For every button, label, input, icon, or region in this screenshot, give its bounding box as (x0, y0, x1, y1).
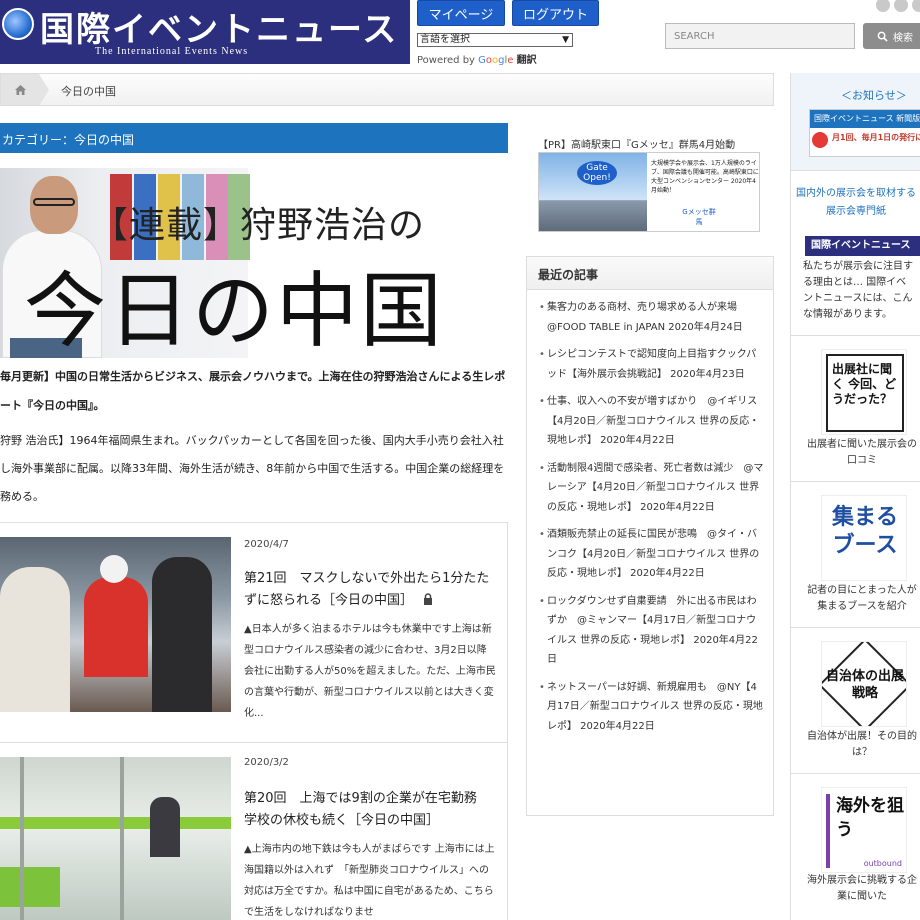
newspaper-banner-title: 国際イベントニュース 新聞版 (810, 110, 920, 128)
widget-caption: 業に聞いた (837, 891, 887, 902)
widget-caption: 出展者に聞いた展示会の (807, 439, 917, 450)
chevron-down-icon: ▼ (562, 35, 569, 45)
article-title[interactable]: 第21回 マスクしないで外出たら1分たたずに怒られる［今日の中国］ (244, 568, 496, 612)
convention-center-image: Gate Open! (539, 153, 647, 231)
series-description: 毎月更新】中国の日常生活からビジネス、展示会ノウハウまで。上海在住の狩野浩治さん… (0, 370, 506, 412)
translate-link[interactable]: 翻訳 (517, 55, 537, 66)
powered-by-label: Powered by (417, 55, 475, 66)
divider (791, 773, 920, 774)
widget-caption: 記者の目にとまった人が (807, 585, 917, 596)
google-letter: G (478, 55, 486, 66)
recent-post-link[interactable]: 酒類販売禁止の延長に国民が悲鳴 @タイ・バンコク【4月20日／新型コロナウイルス… (539, 525, 765, 584)
recent-post-link[interactable]: ロックダウンせず自粛要請 外に出る市民はわずか @ミャンマー【4月17日／新型コ… (539, 592, 765, 670)
site-logo[interactable]: 国際イベントニュース The International Events News (0, 0, 410, 64)
about-text: 私たちが展示会に注目す (803, 261, 913, 272)
language-select-value: 言語を選択 (420, 34, 470, 45)
trade-paper-link[interactable]: 国内外の展示会を取材する (791, 185, 920, 203)
overseas-widget[interactable]: 海外を狙う outbound (821, 787, 907, 873)
search-placeholder: SEARCH (674, 31, 715, 42)
home-icon[interactable] (1, 74, 39, 105)
popular-booth-title: 集まるブース (831, 505, 898, 558)
social-icon[interactable] (894, 0, 908, 12)
about-text: ントニュースには、こん (803, 293, 913, 304)
article-card[interactable]: 2020/3/2 第20回 上海では9割の企業が在宅勤務 学校の休校も続く［今日… (0, 742, 508, 920)
logo-subtitle: The International Events News (95, 46, 249, 57)
events-news-banner[interactable]: 国際イベントニュース (805, 236, 920, 256)
widget-caption: 集まるブースを紹介 (817, 601, 907, 612)
recent-posts-heading: 最近の記事 (527, 257, 773, 290)
breadcrumb-current: 今日の中国 (61, 85, 116, 98)
category-heading: カテゴリー：今日の中国 (0, 123, 508, 153)
article-date: 2020/4/7 (244, 539, 289, 550)
right-sidebar: ＜お知らせ＞ 国際イベントニュース 新聞版 月1回、毎月1日の発行に 国内外の展… (790, 73, 920, 920)
overseas-subtitle: outbound (863, 859, 902, 868)
article-title[interactable]: 第20回 上海では9割の企業が在宅勤務 学校の休校も続く［今日の中国］ (244, 788, 496, 832)
divider (791, 481, 920, 482)
widget-caption: 口コミ (847, 455, 877, 466)
gate-open-badge: Gate Open! (577, 161, 617, 185)
search-button[interactable]: 検索 (863, 23, 920, 49)
municipality-strategy-widget[interactable]: 自治体の出展戦略 (821, 641, 907, 727)
logo-title: 国際イベントニュース (40, 10, 399, 50)
recent-posts-widget: 最近の記事 集客力のある商材、売り場求める人が来場 @FOOD TABLE in… (526, 256, 774, 816)
social-icon[interactable] (912, 0, 920, 12)
divider (791, 335, 920, 336)
about-text: な情報があります。 (803, 309, 892, 320)
lock-icon (424, 593, 433, 605)
g-messe-logo: Gメッセ群馬 (682, 208, 716, 226)
recent-post-link[interactable]: 活動制限4週間で感染者、死亡者数は減少 @マレーシア【4月20日／新型コロナウイ… (539, 459, 765, 518)
pr-banner-copy: 大規模学会や展示会、1万人規模のライブ、国際会議も開催可能。高崎駅東口に大型コン… (651, 160, 759, 194)
about-text: る理由とは… 国際イベ (803, 277, 907, 288)
article-thumbnail[interactable] (0, 537, 231, 712)
search-input[interactable]: SEARCH (665, 23, 855, 49)
recent-post-link[interactable]: ネットスーパーは好調、新規雇用も @NY【4月17日／新型コロナウイルス 世界の… (539, 678, 765, 737)
language-select[interactable]: 言語を選択 ▼ (417, 33, 573, 47)
mypage-button[interactable]: マイページ (417, 0, 505, 26)
google-letter: e (507, 55, 514, 66)
breadcrumb: 今日の中国 (0, 73, 774, 106)
article-excerpt: ▲日本人が多く泊まるホテルは今も休業中です上海は新型コロナウイルス感染者の減少に… (244, 624, 496, 719)
trade-paper-link-2[interactable]: 展示会専門紙 (791, 203, 920, 221)
newspaper-banner[interactable]: 国際イベントニュース 新聞版 月1回、毎月1日の発行に (809, 109, 920, 157)
hero-title-line1: 【連載】狩野浩治の (92, 205, 426, 246)
recent-post-link[interactable]: 集客力のある商材、売り場求める人が来場 @FOOD TABLE in JAPAN… (539, 298, 765, 337)
badge-icon (812, 132, 828, 148)
breadcrumb-separator (39, 74, 49, 106)
social-icon[interactable] (876, 0, 890, 12)
search-button-label: 検索 (893, 32, 913, 44)
article-excerpt: ▲上海市内の地下鉄は今も人がまばらです 上海市には上海国籍以外は入れず 「新型肺… (244, 844, 495, 918)
recent-post-link[interactable]: レシピコンテストで認知度向上目指すクックパッド【海外展示会挑戦記】 2020年4… (539, 345, 765, 384)
notice-box: ＜お知らせ＞ 国際イベントニュース 新聞版 月1回、毎月1日の発行に (791, 73, 920, 171)
article-title-text: 第21回 マスクしないで外出たら1分たたずに怒られる［今日の中国］ (244, 571, 490, 608)
widget-caption: 海外展示会に挑戦する企 (807, 875, 917, 886)
exhibitor-interview-title: 出展社に聞く 今回、どうだった？ (826, 354, 904, 432)
divider (791, 627, 920, 628)
recent-posts-list: 集客力のある商材、売り場求める人が来場 @FOOD TABLE in JAPAN… (527, 290, 773, 736)
globe-icon (2, 8, 34, 40)
pr-banner[interactable]: Gate Open! 大規模学会や展示会、1万人規模のライブ、国際会議も開催可能… (538, 152, 760, 232)
popular-booth-widget[interactable]: 集まるブース (821, 495, 907, 581)
overseas-title: 海外を狙う (826, 794, 904, 868)
powered-by-google: Powered by Google 翻訳 (417, 51, 537, 66)
widget-caption: 自治体が出展！その目的 (807, 731, 917, 742)
article-date: 2020/3/2 (244, 757, 289, 768)
newspaper-banner-text: 月1回、毎月1日の発行に (832, 133, 920, 142)
search-icon (877, 31, 888, 42)
series-hero-banner: 【連載】狩野浩治の 今日の中国 (0, 168, 508, 358)
article-thumbnail[interactable] (0, 757, 231, 920)
logout-button[interactable]: ログアウト (512, 0, 599, 26)
municipality-strategy-title: 自治体の出展戦略 (825, 669, 904, 701)
hero-title-line2: 今日の中国 (24, 264, 445, 358)
notice-title: ＜お知らせ＞ (841, 89, 907, 102)
recent-post-link[interactable]: 仕事、収入への不安が増すばかり @イギリス【4月20日／新型コロナウイルス 世界… (539, 392, 765, 451)
author-profile: 狩野 浩治氏】1964年福岡県生まれ。バックパッカーとして各国を回った後、国内大… (0, 434, 505, 503)
widget-caption: は？ (852, 747, 872, 758)
article-card[interactable]: 2020/4/7 第21回 マスクしないで外出たら1分たたずに怒られる［今日の中… (0, 522, 508, 742)
pr-link[interactable]: 【PR】高崎駅東口『Gメッセ』群馬4月始動 (538, 136, 764, 151)
exhibitor-interview-widget[interactable]: 出展社に聞く 今回、どうだった？ (821, 349, 907, 435)
